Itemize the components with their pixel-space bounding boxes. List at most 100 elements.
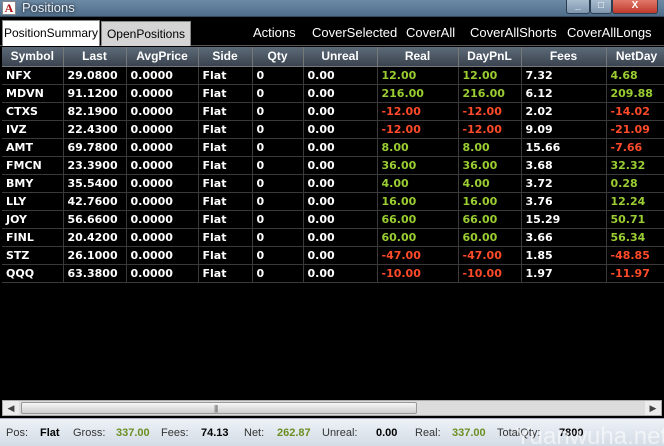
positions-grid[interactable]: Symbol Last AvgPrice Side Qty Unreal Rea… [2,47,664,399]
cell-unreal: 0.00 [303,246,378,265]
cell-side: Flat [198,102,253,121]
scroll-left-icon[interactable]: ◀ [3,401,19,415]
cell-fees: 1.85 [521,246,607,265]
table-row[interactable]: QQQ 63.3800 0.0000 Flat 0 0.00 -10.00 -10.00 1.9… [2,264,664,283]
horizontal-scrollbar[interactable]: ◀ ||| ▶ [2,400,662,416]
cell-netday: -48.85 [606,246,664,265]
close-button[interactable]: X [612,0,658,14]
column-header-unreal[interactable]: Unreal [303,47,378,67]
cell-unreal: 0.00 [303,66,378,85]
table-row[interactable]: FMCN 23.3900 0.0000 Flat 0 0.00 36.00 36.00 3.68… [2,156,664,175]
cell-daypnl: 36.00 [458,156,522,175]
cell-netday: -14.02 [606,102,664,121]
cell-daypnl: 8.00 [458,138,522,157]
pos-label: Pos: [6,427,29,439]
cell-side: Flat [198,210,253,229]
cell-fees: 15.66 [521,138,607,157]
cell-avgprice: 0.0000 [126,228,199,247]
cover-all-shorts-button[interactable]: CoverAllShorts [470,21,557,45]
cell-symbol: BMY [2,174,64,193]
cell-qty: 0 [252,228,304,247]
cell-last: 23.3900 [63,156,127,175]
real-value: 337.00 [452,427,486,439]
cell-unreal: 0.00 [303,192,378,211]
cell-fees: 3.68 [521,156,607,175]
cell-unreal: 0.00 [303,210,378,229]
positions-table: Symbol Last AvgPrice Side Qty Unreal Rea… [2,47,664,283]
grip-icon: ||| [214,404,218,413]
table-row[interactable]: LLY 42.7600 0.0000 Flat 0 0.00 16.00 16.00 3.76 1… [2,192,664,211]
cell-symbol: NFX [2,66,64,85]
pos-value: Flat [40,427,60,439]
table-row[interactable]: NFX 29.0800 0.0000 Flat 0 0.00 12.00 12.00 7.32 4… [2,66,664,85]
cell-qty: 0 [252,192,304,211]
cell-unreal: 0.00 [303,138,378,157]
cell-qty: 0 [252,156,304,175]
column-header-last[interactable]: Last [63,47,127,67]
cell-fees: 6.12 [521,84,607,103]
table-row[interactable]: BMY 35.5400 0.0000 Flat 0 0.00 4.00 4.00 3.72 0.2… [2,174,664,193]
cell-qty: 0 [252,138,304,157]
cell-side: Flat [198,84,253,103]
cell-fees: 9.09 [521,120,607,139]
table-row[interactable]: STZ 26.1000 0.0000 Flat 0 0.00 -47.00 -47.00 1.8… [2,246,664,265]
cell-last: 42.7600 [63,192,127,211]
cell-real: 8.00 [377,138,459,157]
cell-real: -10.00 [377,264,459,283]
cell-avgprice: 0.0000 [126,246,199,265]
column-header-side[interactable]: Side [198,47,253,67]
cell-last: 91.1200 [63,84,127,103]
column-header-netday[interactable]: NetDay [606,47,664,67]
actions-menu[interactable]: Actions [253,21,296,45]
cell-netday: 4.68 [606,66,664,85]
tab-position-summary[interactable]: PositionSummary [2,20,100,46]
table-row[interactable]: IVZ 22.4300 0.0000 Flat 0 0.00 -12.00 -12.00 9.0… [2,120,664,139]
cell-qty: 0 [252,210,304,229]
scroll-thumb[interactable]: ||| [21,402,417,414]
tab-open-positions[interactable]: OpenPositions [101,21,191,46]
cell-unreal: 0.00 [303,156,378,175]
column-header-daypnl[interactable]: DayPnL [458,47,522,67]
net-value: 262.87 [277,427,311,439]
table-row[interactable]: JOY 56.6600 0.0000 Flat 0 0.00 66.00 66.00 15.29… [2,210,664,229]
cell-last: 26.1000 [63,246,127,265]
table-row[interactable]: FINL 20.4200 0.0000 Flat 0 0.00 60.00 60.00 3.66… [2,228,664,247]
cell-fees: 1.97 [521,264,607,283]
cell-avgprice: 0.0000 [126,174,199,193]
column-header-symbol[interactable]: Symbol [2,47,64,67]
column-header-fees[interactable]: Fees [521,47,607,67]
maximize-button[interactable]: □ [590,0,612,14]
cell-qty: 0 [252,174,304,193]
cell-last: 63.3800 [63,264,127,283]
cover-all-longs-button[interactable]: CoverAllLongs [567,21,652,45]
cell-real: 36.00 [377,156,459,175]
cover-all-button[interactable]: CoverAll [406,21,455,45]
cell-daypnl: -12.00 [458,102,522,121]
cell-side: Flat [198,138,253,157]
cell-real: 12.00 [377,66,459,85]
column-header-real[interactable]: Real [377,47,459,67]
cell-symbol: JOY [2,210,64,229]
net-label: Net: [244,427,265,439]
column-header-qty[interactable]: Qty [252,47,304,67]
minimize-button[interactable]: _ [566,0,590,14]
cell-avgprice: 0.0000 [126,138,199,157]
cell-netday: -21.09 [606,120,664,139]
fees-value: 74.13 [201,427,229,439]
cover-selected-button[interactable]: CoverSelected [312,21,397,45]
cell-real: 16.00 [377,192,459,211]
cell-symbol: IVZ [2,120,64,139]
cell-side: Flat [198,246,253,265]
table-row[interactable]: AMT 69.7800 0.0000 Flat 0 0.00 8.00 8.00 15.66 -7… [2,138,664,157]
cell-daypnl: 16.00 [458,192,522,211]
cell-netday: 50.71 [606,210,664,229]
scroll-right-icon[interactable]: ▶ [645,401,661,415]
title-bar[interactable]: A Positions _ □ X [0,0,664,17]
cell-daypnl: 216.00 [458,84,522,103]
cell-last: 69.7800 [63,138,127,157]
cell-side: Flat [198,264,253,283]
cell-netday: 209.88 [606,84,664,103]
table-row[interactable]: MDVN 91.1200 0.0000 Flat 0 0.00 216.00 216.00 6.… [2,84,664,103]
column-header-avgprice[interactable]: AvgPrice [126,47,199,67]
table-row[interactable]: CTXS 82.1900 0.0000 Flat 0 0.00 -12.00 -12.00 2.… [2,102,664,121]
